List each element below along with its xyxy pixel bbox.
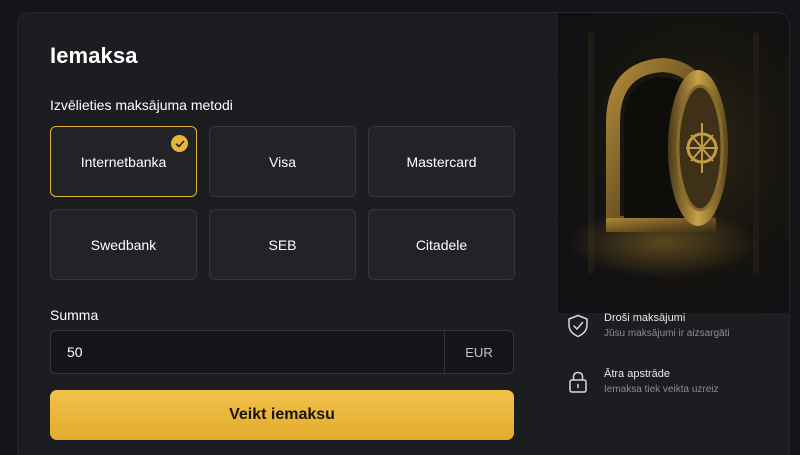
payment-method-grid: Internetbanka Visa Mastercard Swedbank S… <box>50 126 515 280</box>
checkmark-icon <box>171 135 188 152</box>
amount-input[interactable] <box>51 331 444 373</box>
amount-label: Summa <box>50 307 99 323</box>
method-label: Internetbanka <box>80 153 167 170</box>
method-internetbanka[interactable]: Internetbanka <box>50 126 197 197</box>
modal-title: Iemaksa <box>50 43 138 68</box>
feature-secure-payments: Droši maksājumi Jūsu maksājumi ir aizsar… <box>566 311 786 341</box>
shield-check-icon <box>566 313 590 339</box>
deposit-modal: Iemaksa Izvēlieties maksājuma metodi Int… <box>17 12 790 455</box>
method-seb[interactable]: SEB <box>209 209 356 280</box>
method-swedbank[interactable]: Swedbank <box>50 209 197 280</box>
method-label: Mastercard <box>406 153 477 170</box>
method-label: SEB <box>268 236 297 253</box>
method-label: Citadele <box>415 236 468 253</box>
make-deposit-button[interactable]: Veikt iemaksu <box>50 390 514 440</box>
currency-label: EUR <box>444 331 513 373</box>
method-visa[interactable]: Visa <box>209 126 356 197</box>
method-mastercard[interactable]: Mastercard <box>368 126 515 197</box>
vault-illustration <box>558 13 789 313</box>
method-citadele[interactable]: Citadele <box>368 209 515 280</box>
method-label: Visa <box>269 153 296 170</box>
feature-list: Droši maksājumi Jūsu maksājumi ir aizsar… <box>566 311 786 423</box>
feature-subtitle: Iemaksa tiek veikta uzreiz <box>604 384 719 395</box>
feature-subtitle: Jūsu maksājumi ir aizsargāti <box>604 328 730 339</box>
feature-title: Ātra apstrāde <box>604 368 671 380</box>
payment-method-label: Izvēlieties maksājuma metodi <box>50 97 233 113</box>
feature-title: Droši maksājumi <box>604 312 686 324</box>
lock-icon <box>566 369 590 395</box>
amount-field-group: EUR <box>50 330 514 374</box>
feature-fast-processing: Ātra apstrāde Iemaksa tiek veikta uzreiz <box>566 367 786 397</box>
method-label: Swedbank <box>90 236 157 253</box>
